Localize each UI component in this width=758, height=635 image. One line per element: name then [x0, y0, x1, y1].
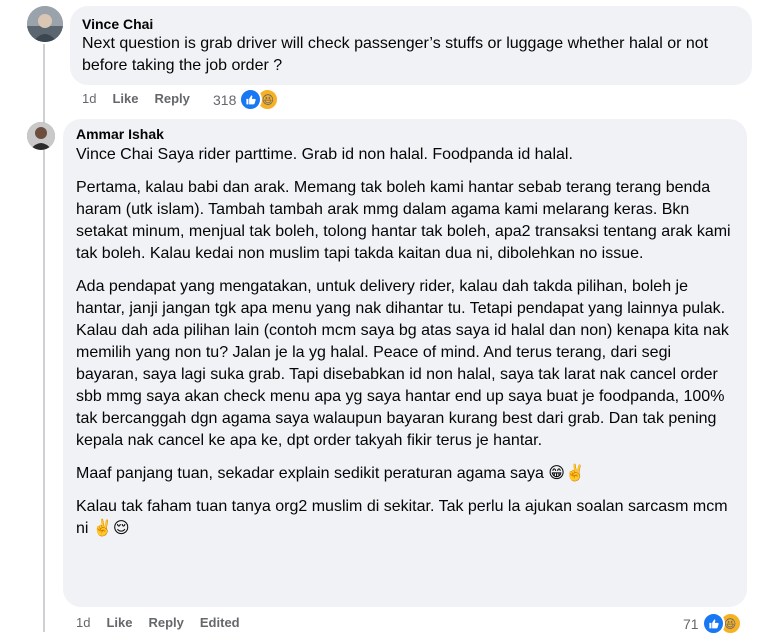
reply-button[interactable]: Reply — [154, 91, 189, 106]
comment-bubble: Vince Chai Next question is grab driver … — [70, 6, 752, 85]
comment-paragraph: Pertama, kalau babi dan arak. Memang tak… — [76, 179, 731, 262]
edited-label[interactable]: Edited — [200, 615, 240, 630]
like-button[interactable]: Like — [106, 615, 132, 630]
like-button[interactable]: Like — [112, 91, 138, 106]
comment-author[interactable]: Ammar Ishak — [76, 125, 735, 143]
comment-paragraph: Ada pendapat yang mengatakan, untuk deli… — [76, 278, 729, 449]
comment-actions: 1d Like Reply — [82, 91, 206, 106]
reply-button[interactable]: Reply — [148, 615, 183, 630]
mention-link[interactable]: Vince Chai — [76, 146, 153, 163]
thread-line — [43, 44, 45, 96]
comment-age[interactable]: 1d — [76, 615, 90, 630]
comment-bubble: Ammar Ishak Vince Chai Saya rider partti… — [63, 119, 747, 607]
comment-first-line: Vince Chai Saya rider parttime. Grab id … — [76, 144, 735, 166]
comment-text: Next question is grab driver will check … — [82, 35, 709, 74]
thread-line — [43, 96, 45, 632]
avatar[interactable] — [27, 6, 63, 42]
comment-age[interactable]: 1d — [82, 91, 96, 106]
comment-text: Saya rider parttime. Grab id non halal. … — [157, 146, 573, 163]
reaction-count: 318 — [213, 91, 237, 108]
comment-actions: 1d Like Reply Edited — [76, 615, 256, 630]
avatar[interactable] — [27, 122, 55, 150]
reaction-count: 71 — [683, 615, 699, 632]
comment-paragraph: Kalau tak faham tuan tanya org2 muslim d… — [76, 498, 728, 537]
reaction-summary[interactable]: 318 😆 — [213, 88, 280, 111]
comment-author[interactable]: Vince Chai — [82, 15, 739, 33]
comment-paragraph: Maaf panjang tuan, sekadar explain sedik… — [76, 465, 585, 482]
